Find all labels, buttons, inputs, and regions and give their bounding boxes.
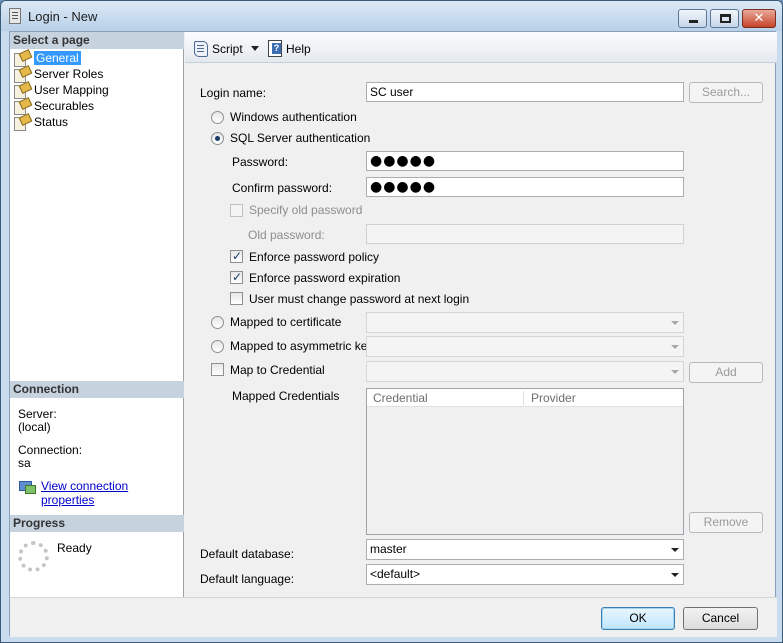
page-item-server-roles[interactable]: Server Roles xyxy=(14,66,104,83)
minimize-icon xyxy=(689,20,698,23)
server-label: Server: xyxy=(18,407,57,421)
old-password-label: Old password: xyxy=(248,228,325,242)
map-credential-label[interactable]: Map to Credential xyxy=(230,363,325,377)
connection-properties-icon xyxy=(19,479,36,494)
script-button[interactable]: Script xyxy=(212,41,243,57)
default-language-select[interactable]: <default> xyxy=(366,564,684,585)
specify-old-password-label: Specify old password xyxy=(249,203,363,217)
maximize-button[interactable] xyxy=(710,9,739,28)
login-new-window: Login - New ✕ Select a page General Serv… xyxy=(0,0,783,643)
mapped-credentials-grid[interactable]: Credential Provider xyxy=(366,388,684,535)
windows-auth-label[interactable]: Windows authentication xyxy=(230,110,357,124)
page-label: Securables xyxy=(34,99,95,113)
remove-button[interactable]: Remove xyxy=(689,512,763,533)
specify-old-password-checkbox[interactable] xyxy=(230,204,243,217)
chevron-down-icon xyxy=(671,321,679,325)
default-database-value: master xyxy=(370,542,407,556)
page-label: Server Roles xyxy=(34,67,104,81)
default-language-label: Default language: xyxy=(200,572,295,586)
page-item-securables[interactable]: Securables xyxy=(14,98,95,115)
enforce-policy-label[interactable]: Enforce password policy xyxy=(249,250,379,264)
page-label: Status xyxy=(34,115,69,129)
connection-label: Connection: xyxy=(18,443,83,457)
left-pane: Select a page General Server Roles User … xyxy=(10,32,184,597)
page-icon xyxy=(14,67,30,83)
grid-header: Credential Provider xyxy=(367,389,683,407)
sql-auth-radio[interactable] xyxy=(211,132,224,145)
password-input[interactable]: ●●●●● xyxy=(366,151,684,171)
login-name-label: Login name: xyxy=(200,86,267,100)
help-icon[interactable] xyxy=(267,40,283,57)
old-password-input[interactable] xyxy=(366,224,684,244)
progress-header: Progress xyxy=(10,515,184,532)
mapped-asymmetric-key-radio[interactable] xyxy=(211,340,224,353)
page-item-status[interactable]: Status xyxy=(14,114,69,131)
connection-header: Connection xyxy=(10,381,184,398)
page-icon xyxy=(14,51,30,67)
column-header-provider[interactable]: Provider xyxy=(531,391,576,405)
server-value: (local) xyxy=(18,420,51,434)
enforce-expiration-checkbox[interactable] xyxy=(230,270,243,284)
mapped-credentials-label: Mapped Credentials xyxy=(232,389,340,403)
page-label: User Mapping xyxy=(34,83,109,97)
page-icon xyxy=(14,115,30,131)
certificate-combo[interactable] xyxy=(366,312,684,333)
title-bar[interactable]: Login - New ✕ xyxy=(1,1,782,31)
mapped-certificate-label[interactable]: Mapped to certificate xyxy=(230,315,341,329)
script-icon[interactable] xyxy=(193,40,209,57)
mapped-asymmetric-key-label[interactable]: Mapped to asymmetric key xyxy=(230,339,373,353)
page-label: General xyxy=(34,51,81,65)
page-item-user-mapping[interactable]: User Mapping xyxy=(14,82,109,99)
credential-combo[interactable] xyxy=(366,361,684,382)
close-button[interactable]: ✕ xyxy=(742,9,776,28)
must-change-checkbox[interactable] xyxy=(230,292,243,305)
column-divider[interactable] xyxy=(523,391,524,405)
page-icon xyxy=(14,99,30,115)
maximize-icon xyxy=(720,14,731,23)
page-item-general[interactable]: General xyxy=(14,50,81,67)
chevron-down-icon xyxy=(671,573,679,577)
search-button[interactable]: Search... xyxy=(689,82,763,103)
sql-auth-label[interactable]: SQL Server authentication xyxy=(230,131,370,145)
confirm-password-input[interactable]: ●●●●● xyxy=(366,177,684,197)
chevron-down-icon xyxy=(671,548,679,552)
windows-auth-radio[interactable] xyxy=(211,111,224,124)
toolbar: Script Help xyxy=(185,32,777,63)
chevron-down-icon xyxy=(671,345,679,349)
default-database-label: Default database: xyxy=(200,547,295,561)
window-title: Login - New xyxy=(28,9,98,24)
dialog-button-bar: OK Cancel xyxy=(10,597,777,637)
minimize-button[interactable] xyxy=(678,9,707,28)
chevron-down-icon xyxy=(671,370,679,374)
password-label: Password: xyxy=(232,155,289,169)
help-button[interactable]: Help xyxy=(286,41,311,57)
map-credential-checkbox[interactable] xyxy=(211,363,224,376)
progress-spinner-icon xyxy=(18,541,49,572)
connection-value: sa xyxy=(18,456,31,470)
chevron-down-icon[interactable] xyxy=(251,46,259,51)
default-language-value: <default> xyxy=(370,567,421,581)
close-icon: ✕ xyxy=(753,11,765,26)
column-header-credential[interactable]: Credential xyxy=(373,391,428,405)
progress-status: Ready xyxy=(57,541,92,555)
select-page-header: Select a page xyxy=(10,32,184,49)
page-icon xyxy=(14,83,30,99)
enforce-expiration-label[interactable]: Enforce password expiration xyxy=(249,271,400,285)
dialog-client: Select a page General Server Roles User … xyxy=(9,31,777,637)
enforce-policy-checkbox[interactable] xyxy=(230,249,243,263)
confirm-password-label: Confirm password: xyxy=(232,181,333,195)
asymmetric-key-combo[interactable] xyxy=(366,336,684,357)
default-database-select[interactable]: master xyxy=(366,539,684,560)
document-icon xyxy=(9,8,21,24)
view-connection-properties-link[interactable]: View connection properties xyxy=(41,479,183,507)
cancel-button[interactable]: Cancel xyxy=(683,607,758,630)
login-name-input[interactable]: SC user xyxy=(366,82,684,102)
mapped-certificate-radio[interactable] xyxy=(211,316,224,329)
add-button[interactable]: Add xyxy=(689,362,763,383)
must-change-label[interactable]: User must change password at next login xyxy=(249,292,469,306)
ok-button[interactable]: OK xyxy=(601,607,675,630)
